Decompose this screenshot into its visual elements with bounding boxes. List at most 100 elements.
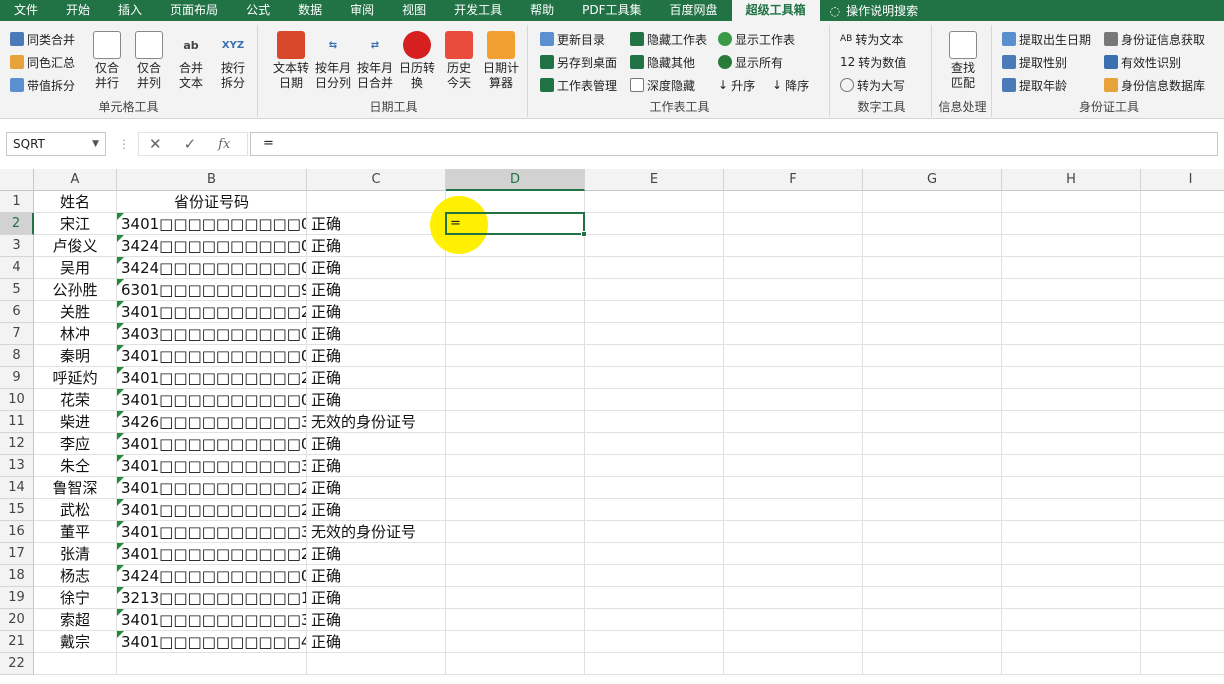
cell-G17[interactable]	[863, 543, 1002, 565]
row-header[interactable]: 22	[0, 653, 34, 675]
cell-B16[interactable]: 3401□□□□□□□□□□3018	[117, 521, 307, 543]
cell-I18[interactable]	[1141, 565, 1224, 587]
cell-H13[interactable]	[1002, 455, 1141, 477]
cell-H18[interactable]	[1002, 565, 1141, 587]
menu-tab-6[interactable]: 审阅	[336, 0, 388, 21]
cell-B14[interactable]: 3401□□□□□□□□□□2022	[117, 477, 307, 499]
cell-D6[interactable]	[446, 301, 585, 323]
cell-D11[interactable]	[446, 411, 585, 433]
cell-E7[interactable]	[585, 323, 724, 345]
menu-tab-2[interactable]: 插入	[104, 0, 156, 21]
active-cell-D2[interactable]	[445, 212, 587, 237]
cell-I9[interactable]	[1141, 367, 1224, 389]
cell-G4[interactable]	[863, 257, 1002, 279]
cell-E3[interactable]	[585, 235, 724, 257]
extract-gender-button[interactable]: 提取性别	[1002, 52, 1067, 72]
cell-F5[interactable]	[724, 279, 863, 301]
cell-C1[interactable]	[307, 191, 446, 213]
cell-I12[interactable]	[1141, 433, 1224, 455]
merge-date-button[interactable]: ⇄ 按年月 日合并	[354, 31, 396, 91]
lookup-match-button[interactable]: 查找 匹配	[942, 31, 984, 91]
cell-B11[interactable]: 3426□□□□□□□□□□3839	[117, 411, 307, 433]
cell-E8[interactable]	[585, 345, 724, 367]
cell-B5[interactable]: 6301□□□□□□□□□□9653	[117, 279, 307, 301]
cell-B21[interactable]: 3401□□□□□□□□□□4014	[117, 631, 307, 653]
date-calculator-button[interactable]: 日期计 算器	[480, 31, 522, 91]
menu-tab-11[interactable]: 百度网盘	[656, 0, 732, 21]
menu-tab-8[interactable]: 开发工具	[440, 0, 516, 21]
cell-A3[interactable]: 卢俊义	[34, 235, 117, 257]
sort-asc-button[interactable]: ↓ 升序	[718, 75, 755, 95]
to-uppercase-button[interactable]: 转为大写	[840, 75, 905, 95]
cell-I5[interactable]	[1141, 279, 1224, 301]
cell-H22[interactable]	[1002, 653, 1141, 675]
cell-C16[interactable]: 无效的身份证号	[307, 521, 446, 543]
cell-I11[interactable]	[1141, 411, 1224, 433]
menu-tab-7[interactable]: 视图	[388, 0, 440, 21]
cell-H8[interactable]	[1002, 345, 1141, 367]
cell-A2[interactable]: 宋江	[34, 213, 117, 235]
cell-A18[interactable]: 杨志	[34, 565, 117, 587]
cell-G16[interactable]	[863, 521, 1002, 543]
row-header[interactable]: 5	[0, 279, 34, 301]
insert-function-icon[interactable]: fx	[218, 137, 230, 152]
row-header[interactable]: 20	[0, 609, 34, 631]
cell-G15[interactable]	[863, 499, 1002, 521]
cell-D17[interactable]	[446, 543, 585, 565]
row-header[interactable]: 10	[0, 389, 34, 411]
cell-I20[interactable]	[1141, 609, 1224, 631]
cell-E14[interactable]	[585, 477, 724, 499]
cell-F1[interactable]	[724, 191, 863, 213]
cell-G5[interactable]	[863, 279, 1002, 301]
save-to-desktop-button[interactable]: 另存到桌面	[540, 52, 617, 72]
cell-C4[interactable]: 正确	[307, 257, 446, 279]
cell-F2[interactable]	[724, 213, 863, 235]
cell-F16[interactable]	[724, 521, 863, 543]
cell-H7[interactable]	[1002, 323, 1141, 345]
cell-B22[interactable]	[117, 653, 307, 675]
cell-D15[interactable]	[446, 499, 585, 521]
cell-B7[interactable]: 3403□□□□□□□□□□0012	[117, 323, 307, 345]
extract-birthdate-button[interactable]: 提取出生日期	[1002, 29, 1091, 49]
cell-I21[interactable]	[1141, 631, 1224, 653]
cell-H14[interactable]	[1002, 477, 1141, 499]
cell-G7[interactable]	[863, 323, 1002, 345]
cell-G22[interactable]	[863, 653, 1002, 675]
cell-E2[interactable]	[585, 213, 724, 235]
cell-A20[interactable]: 索超	[34, 609, 117, 631]
cell-I8[interactable]	[1141, 345, 1224, 367]
cell-H6[interactable]	[1002, 301, 1141, 323]
cell-A19[interactable]: 徐宁	[34, 587, 117, 609]
cell-I17[interactable]	[1141, 543, 1224, 565]
cell-H20[interactable]	[1002, 609, 1141, 631]
cell-D12[interactable]	[446, 433, 585, 455]
cell-G12[interactable]	[863, 433, 1002, 455]
cell-E22[interactable]	[585, 653, 724, 675]
cell-F6[interactable]	[724, 301, 863, 323]
cell-A22[interactable]	[34, 653, 117, 675]
cell-H1[interactable]	[1002, 191, 1141, 213]
history-today-button[interactable]: 历史 今天	[438, 31, 480, 91]
cell-E18[interactable]	[585, 565, 724, 587]
cell-B17[interactable]: 3401□□□□□□□□□□2513	[117, 543, 307, 565]
update-toc-button[interactable]: 更新目录	[540, 29, 605, 49]
cell-B2[interactable]: 3401□□□□□□□□□□0573	[117, 213, 307, 235]
cell-G3[interactable]	[863, 235, 1002, 257]
column-header-I[interactable]: I	[1141, 169, 1224, 191]
row-header[interactable]: 21	[0, 631, 34, 653]
hide-sheet-button[interactable]: 隐藏工作表	[630, 29, 707, 49]
cell-C12[interactable]: 正确	[307, 433, 446, 455]
cell-E21[interactable]	[585, 631, 724, 653]
drag-handle-icon[interactable]: ⋮	[118, 137, 130, 151]
cell-H16[interactable]	[1002, 521, 1141, 543]
cell-E11[interactable]	[585, 411, 724, 433]
cell-I19[interactable]	[1141, 587, 1224, 609]
column-header-H[interactable]: H	[1002, 169, 1141, 191]
cell-B10[interactable]: 3401□□□□□□□□□□0510	[117, 389, 307, 411]
column-header-D[interactable]: D	[446, 169, 585, 191]
merge-cols-only-button[interactable]: 仅合 并列	[128, 31, 170, 91]
column-header-C[interactable]: C	[307, 169, 446, 191]
cell-D21[interactable]	[446, 631, 585, 653]
cell-B6[interactable]: 3401□□□□□□□□□□2027	[117, 301, 307, 323]
cell-E4[interactable]	[585, 257, 724, 279]
